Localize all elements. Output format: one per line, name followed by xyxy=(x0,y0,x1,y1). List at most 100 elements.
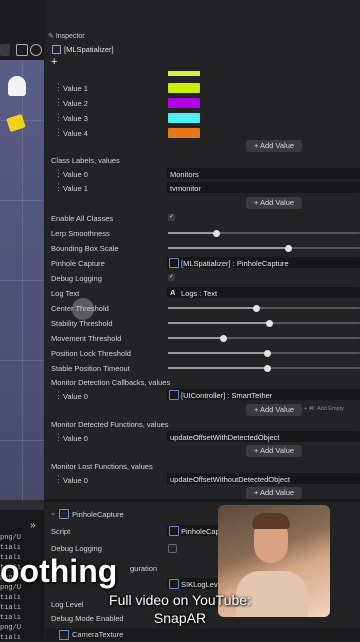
slider-fill xyxy=(168,232,216,234)
object-name: [MLSpatializer] xyxy=(64,45,114,54)
lerp-smoothness-slider[interactable] xyxy=(168,229,360,237)
color-swatch[interactable] xyxy=(168,113,200,123)
color-swatch[interactable] xyxy=(168,98,200,108)
debug-logging-label: Debug Logging xyxy=(51,274,102,283)
slider-knob[interactable] xyxy=(212,229,220,237)
color-swatch[interactable] xyxy=(168,83,200,93)
lost-value-field[interactable]: updateOffsetWithoutDetectedObject xyxy=(167,473,360,484)
position-lock-threshold-label: Position Lock Threshold xyxy=(51,349,131,358)
script-label: Script xyxy=(51,527,71,536)
inspector-title: Inspector xyxy=(55,33,85,40)
add-value-button-callbacks[interactable]: + Add Value xyxy=(246,404,302,416)
object-icon xyxy=(52,45,61,54)
add-value-button-lost[interactable]: + Add Value xyxy=(246,487,302,499)
debug-logging-checkbox[interactable]: ✓ xyxy=(168,274,175,281)
color-value-label: Value 2 xyxy=(63,99,88,108)
bounding-box-scale-slider[interactable] xyxy=(168,244,360,252)
drag-handle-icon[interactable]: ⋮ xyxy=(54,97,63,107)
caption-text: oothing xyxy=(0,553,118,589)
add-value-button-colors[interactable]: + Add Value xyxy=(246,140,302,152)
stable-position-timeout-slider[interactable] xyxy=(168,364,360,372)
callbacks-header: Monitor Detection Callbacks, values xyxy=(51,378,171,387)
scene-toolbar xyxy=(0,0,44,60)
drag-handle-icon[interactable]: ⋮ xyxy=(54,82,63,92)
lerp-smoothness-label: Lerp Smoothness xyxy=(51,229,110,238)
debug-logging-checkbox-2[interactable] xyxy=(168,544,177,553)
section-divider xyxy=(45,499,360,502)
slider-knob[interactable] xyxy=(220,334,228,342)
color-swatch[interactable] xyxy=(168,128,200,138)
asset-row[interactable]: tiali xyxy=(0,604,44,612)
asset-row[interactable]: png/U xyxy=(0,624,44,632)
asset-row[interactable]: tiali xyxy=(0,634,44,642)
component-collapse-icon[interactable]: ⌄ xyxy=(50,509,56,517)
add-value-button-detected[interactable]: + Add Value xyxy=(246,445,302,457)
slider-fill xyxy=(168,337,224,339)
asset-row[interactable]: tiali xyxy=(0,594,44,602)
scene-mode-button[interactable] xyxy=(0,44,10,56)
enable-all-classes-checkbox[interactable]: ✓ xyxy=(168,214,175,221)
add-empty-button[interactable]: + ⌘: Add Empty xyxy=(304,406,344,412)
stability-threshold-slider[interactable] xyxy=(168,319,360,327)
detected-value-label: Value 0 xyxy=(63,434,88,443)
lost-value-label: Value 0 xyxy=(63,476,88,485)
asset-toggle-icon[interactable]: » xyxy=(30,520,36,531)
drag-handle-icon[interactable]: ⋮ xyxy=(54,390,63,400)
slider-knob[interactable] xyxy=(264,364,272,372)
debug-logging-label-2: Debug Logging xyxy=(51,544,102,553)
drag-handle-icon[interactable]: ⋮ xyxy=(54,474,63,484)
gizmo-icon[interactable] xyxy=(16,44,28,56)
asset-row[interactable]: tiali xyxy=(0,544,44,552)
youtube-promo-line1: Full video on YouTube: xyxy=(109,592,251,608)
add-component-button[interactable]: + xyxy=(51,56,57,68)
class-label-1-label: Value 1 xyxy=(63,184,88,193)
center-threshold-slider[interactable] xyxy=(168,304,360,312)
drag-handle-icon[interactable]: ⋮ xyxy=(54,112,63,122)
pinhole-capture-label: Pinhole Capture xyxy=(51,259,105,268)
component-icon xyxy=(59,630,69,640)
position-lock-threshold-slider[interactable] xyxy=(168,349,360,357)
color-value-label: Value 1 xyxy=(63,84,88,93)
add-value-button-class-labels[interactable]: + Add Value xyxy=(246,197,302,209)
slider-knob[interactable] xyxy=(252,304,260,312)
drag-handle-icon[interactable]: ⋮ xyxy=(54,182,63,192)
component-title: PinholeCapture xyxy=(72,510,124,519)
log-text-label: Log Text xyxy=(51,289,80,298)
slider-knob[interactable] xyxy=(266,319,274,327)
stable-position-timeout-label: Stable Position Timeout xyxy=(51,364,130,373)
drag-handle-icon[interactable]: ⋮ xyxy=(54,432,63,442)
log-text-field[interactable]: A Logs : Text xyxy=(167,287,360,298)
component-icon xyxy=(169,390,179,400)
pin-icon: ✎ xyxy=(48,33,54,40)
cursor-highlight xyxy=(72,298,94,320)
color-value-label: Value 4 xyxy=(63,129,88,138)
text-icon: A xyxy=(170,288,176,297)
drag-handle-icon[interactable]: ⋮ xyxy=(54,127,63,137)
presenter-hair xyxy=(252,513,290,529)
color-value-label: Value 3 xyxy=(63,114,88,123)
asset-row[interactable]: tiali xyxy=(0,614,44,622)
link-icon[interactable] xyxy=(30,44,42,56)
callbacks-value-field[interactable]: [UIController] : SmartTether xyxy=(167,389,360,400)
class-label-1-field[interactable]: tvmonitor xyxy=(167,182,360,193)
class-label-0-field[interactable]: Monitors xyxy=(167,168,360,179)
slider-fill xyxy=(168,352,268,354)
camera-texture-header: CameraTexture xyxy=(45,628,360,640)
enable-all-classes-label: Enable All Classes xyxy=(51,214,114,223)
component-icon xyxy=(59,509,69,519)
slider-knob[interactable] xyxy=(285,244,293,252)
asset-row[interactable]: png/U xyxy=(0,534,44,542)
log-level-label: Log Level xyxy=(51,600,84,609)
slider-fill xyxy=(168,367,268,369)
slider-knob[interactable] xyxy=(264,349,272,357)
slider-fill xyxy=(168,322,270,324)
scene-viewport[interactable] xyxy=(0,60,44,500)
detected-value-field[interactable]: updateOffsetWithDetectedObject xyxy=(167,431,360,442)
drag-handle-icon[interactable]: ⋮ xyxy=(54,168,63,178)
pinhole-capture-field[interactable]: [MLSpatializer] : PinholeCapture xyxy=(167,257,360,268)
color-swatch-top-partial xyxy=(168,71,200,76)
movement-threshold-slider[interactable] xyxy=(168,334,360,342)
script-icon xyxy=(169,526,179,536)
movement-threshold-label: Movement Threshold xyxy=(51,334,122,343)
inspector-tab: ✎ Inspector xyxy=(48,32,85,40)
